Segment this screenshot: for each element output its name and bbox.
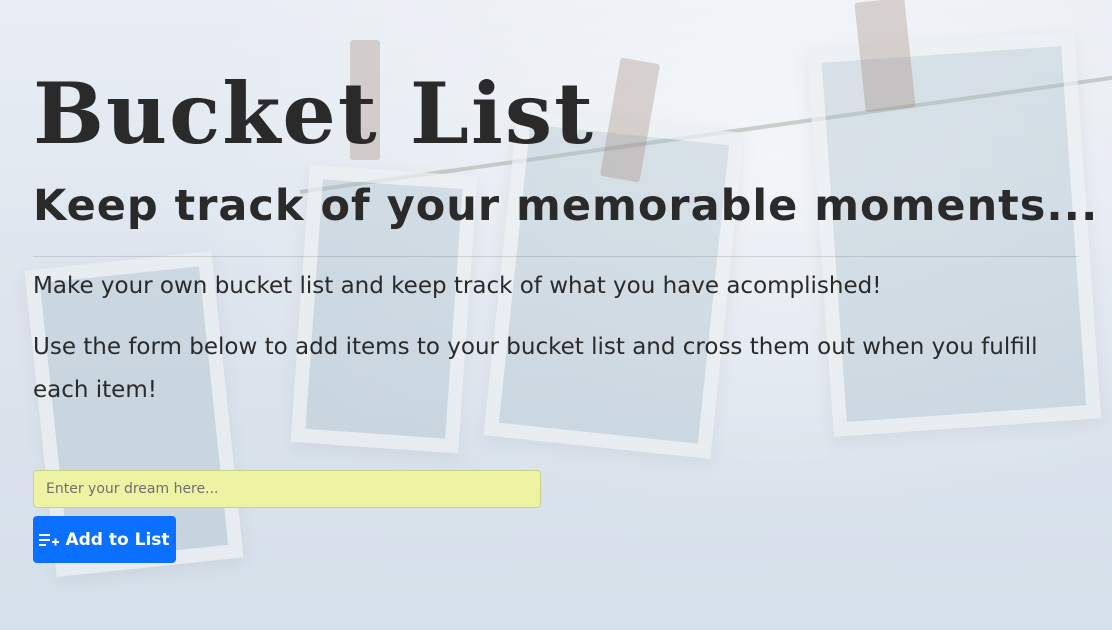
add-to-list-button[interactable]: Add to List	[33, 516, 176, 563]
intro-text: Make your own bucket list and keep track…	[33, 273, 882, 299]
playlist-add-icon	[39, 533, 60, 547]
page-title: Bucket List	[33, 64, 595, 163]
clothes-peg	[854, 0, 916, 113]
instructions-text: Use the form below to add items to your …	[33, 334, 1038, 403]
page-subtitle: Keep track of your memorable moments...	[33, 181, 1099, 231]
dream-input[interactable]	[33, 470, 541, 508]
divider	[33, 256, 1079, 257]
add-to-list-label: Add to List	[65, 529, 170, 550]
